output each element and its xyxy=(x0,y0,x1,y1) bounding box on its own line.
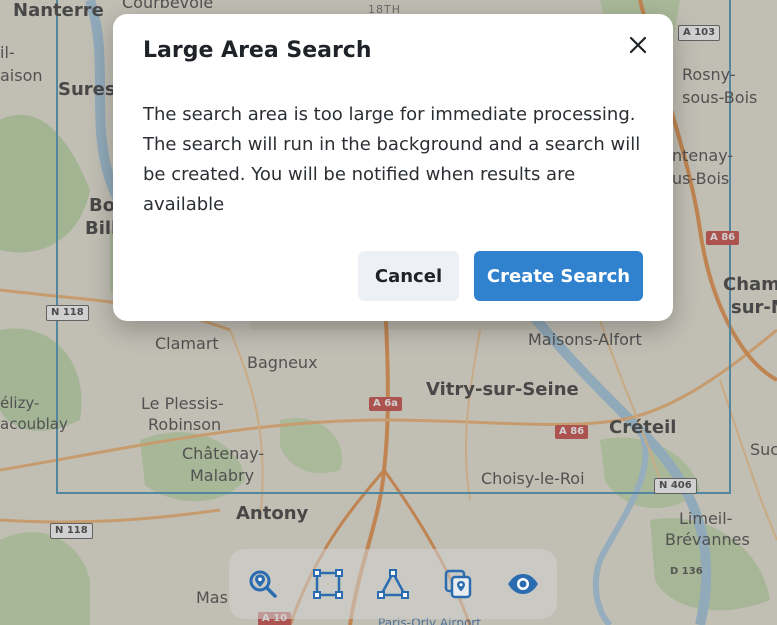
large-area-search-dialog: Large Area Search The search area is too… xyxy=(113,14,673,321)
close-icon[interactable] xyxy=(624,31,652,59)
create-search-button[interactable]: Create Search xyxy=(474,251,643,301)
eye-icon[interactable] xyxy=(504,565,542,603)
rectangle-draw-icon[interactable] xyxy=(309,565,347,603)
cancel-button[interactable]: Cancel xyxy=(358,251,459,301)
polygon-draw-icon[interactable] xyxy=(374,565,412,603)
location-search-icon[interactable] xyxy=(244,565,282,603)
dialog-message: The search area is too large for immedia… xyxy=(143,104,641,215)
dialog-title: Large Area Search xyxy=(143,38,372,63)
saved-areas-icon[interactable] xyxy=(439,565,477,603)
map-toolbar xyxy=(229,549,557,619)
